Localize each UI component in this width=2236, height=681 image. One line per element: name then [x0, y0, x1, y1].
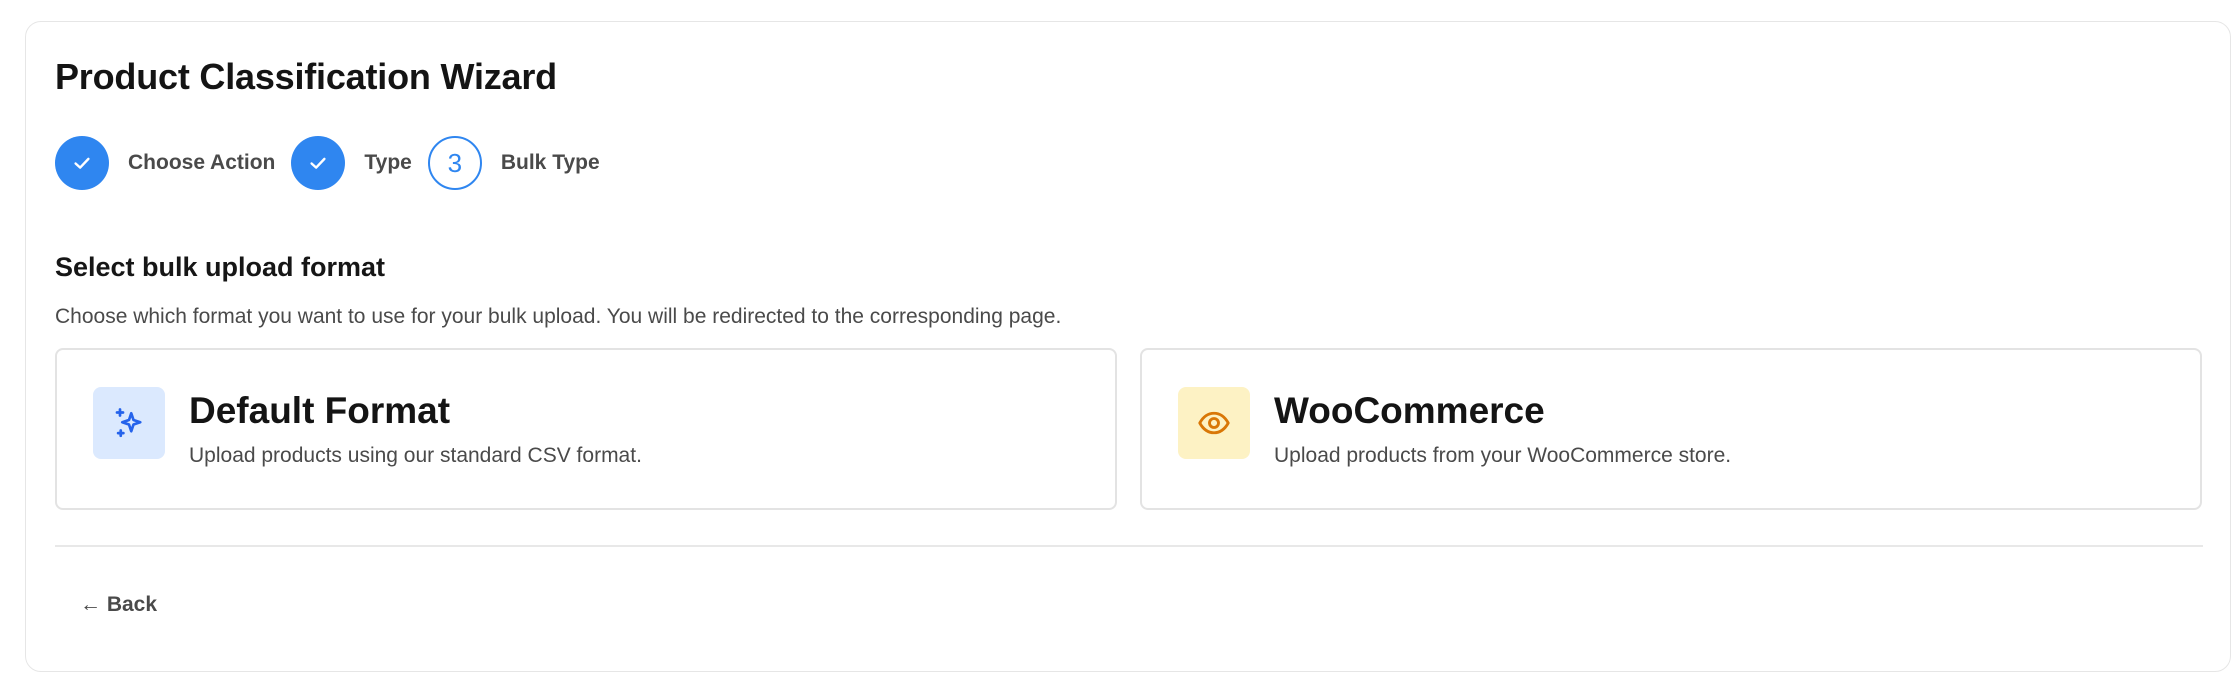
step-complete-badge: [55, 136, 109, 190]
check-icon: [310, 157, 326, 169]
step-type: Type: [291, 136, 427, 190]
eye-icon: [1198, 411, 1230, 435]
option-description: Upload products from your WooCommerce st…: [1274, 444, 1732, 467]
section-description: Choose which format you want to use for …: [55, 305, 1062, 328]
sparkles-icon: [115, 408, 142, 438]
option-default-format[interactable]: Default Format Upload products using our…: [55, 348, 1117, 510]
page-title: Product Classification Wizard: [55, 56, 557, 97]
option-icon-tile: [93, 387, 165, 459]
option-title: Default Format: [189, 390, 451, 431]
step-choose-action: Choose Action: [55, 136, 291, 190]
step-label: Type: [364, 151, 412, 174]
option-description: Upload products using our standard CSV f…: [189, 444, 642, 467]
option-title: WooCommerce: [1274, 390, 1545, 431]
section-title: Select bulk upload format: [55, 252, 386, 282]
wizard-card: Product Classification Wizard Choose Act…: [25, 21, 2231, 672]
option-woocommerce[interactable]: WooCommerce Upload products from your Wo…: [1140, 348, 2202, 510]
step-number-badge: 3: [427, 136, 482, 190]
back-button[interactable]: ← Back: [80, 593, 157, 617]
step-label: Bulk Type: [500, 151, 600, 174]
step-complete-badge: [291, 136, 346, 190]
step-label: Choose Action: [128, 151, 276, 174]
check-icon: [74, 157, 90, 169]
step-bulk-type: 3 Bulk Type: [427, 136, 616, 190]
wizard-stepper: Choose Action Type 3 Bulk Type: [55, 136, 616, 190]
option-icon-tile: [1178, 387, 1250, 459]
footer-divider: [55, 545, 2203, 547]
